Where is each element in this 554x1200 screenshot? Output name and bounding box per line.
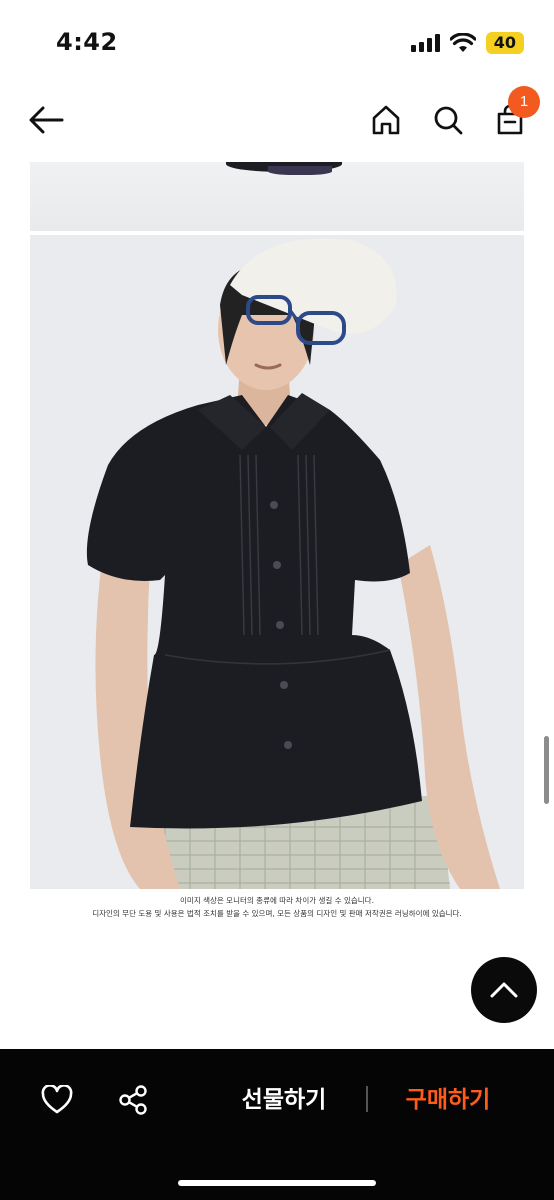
back-arrow-icon — [29, 106, 64, 134]
scrollbar[interactable] — [544, 736, 549, 804]
disclaimer-line-1: 이미지 색상은 모니터의 종류에 따라 차이가 생길 수 있습니다. — [180, 896, 374, 905]
gift-button[interactable]: 선물하기 — [232, 1080, 336, 1120]
share-icon — [119, 1085, 147, 1115]
buy-button[interactable]: 구매하기 — [396, 1080, 500, 1120]
search-button[interactable] — [428, 100, 468, 140]
search-icon — [434, 106, 463, 135]
button-divider — [366, 1086, 368, 1112]
wifi-icon — [449, 33, 476, 52]
model-photo-illustration — [30, 235, 524, 889]
top-nav: 1 — [0, 86, 554, 152]
share-button[interactable] — [114, 1081, 152, 1119]
image-disclaimer: 이미지 색상은 모니터의 종류에 따라 차이가 생길 수 있습니다. 디자인의 … — [30, 894, 524, 920]
shoe-sole-fragment — [268, 166, 332, 175]
home-indicator[interactable] — [178, 1180, 376, 1186]
battery-indicator: 40 — [485, 32, 524, 54]
like-button[interactable] — [38, 1081, 76, 1119]
disclaimer-line-2: 디자인의 무단 도용 및 사용은 법적 조치를 받을 수 있으며, 모든 상품의… — [92, 909, 462, 918]
scroll-to-top-button[interactable] — [471, 957, 537, 1023]
home-icon — [372, 105, 400, 135]
product-image-top — [30, 162, 524, 231]
heart-icon — [41, 1085, 73, 1114]
chevron-up-icon — [490, 982, 518, 998]
back-button[interactable] — [26, 100, 66, 140]
product-image-main — [30, 235, 524, 889]
status-time: 4:42 — [56, 28, 118, 56]
bottom-action-bar: 선물하기 구매하기 — [0, 1049, 554, 1200]
status-icons: 40 — [410, 32, 524, 54]
cart-count-badge: 1 — [508, 86, 540, 118]
home-button[interactable] — [366, 100, 406, 140]
status-bar: 4:42 40 — [0, 0, 554, 80]
cellular-signal-icon — [410, 34, 440, 52]
